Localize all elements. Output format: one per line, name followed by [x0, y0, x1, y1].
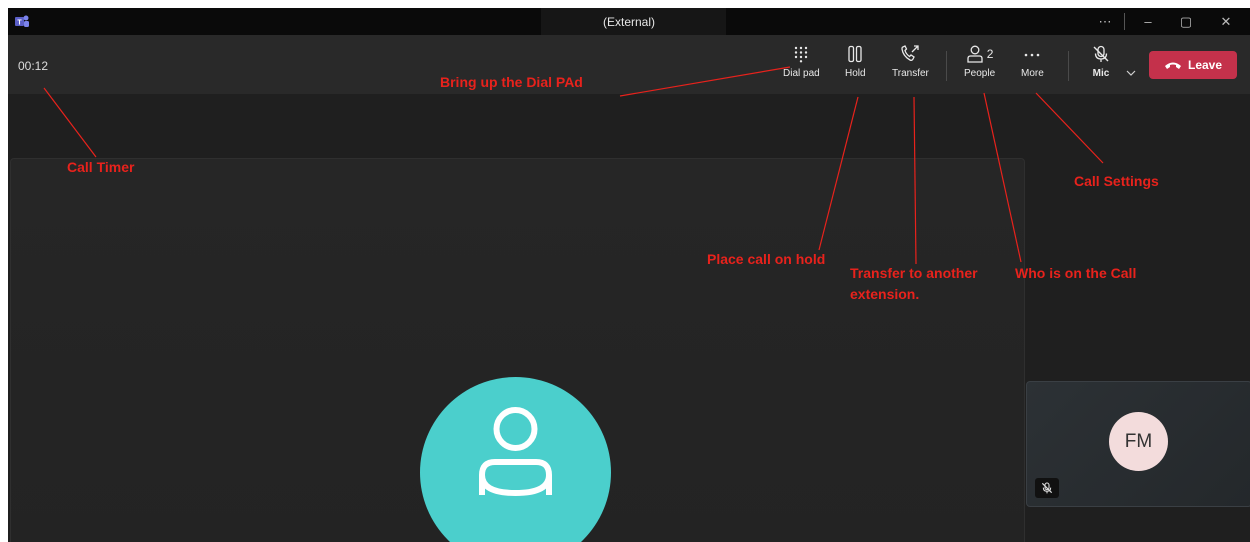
self-view-tile[interactable]: FM — [1026, 381, 1250, 507]
minimize-icon: – — [1144, 14, 1152, 29]
close-icon: ✕ — [1220, 13, 1232, 29]
people-button[interactable]: 2 People — [964, 45, 995, 89]
person-icon — [479, 407, 552, 497]
toolbar-separator — [946, 51, 947, 81]
minimize-button[interactable]: – — [1129, 8, 1167, 35]
call-transfer-icon — [901, 45, 920, 61]
transfer-label: Transfer — [892, 68, 929, 79]
mic-muted-icon — [1041, 482, 1053, 494]
leave-button[interactable]: Leave — [1149, 51, 1237, 79]
people-count: 2 — [986, 47, 994, 61]
annotation-call-timer: Call Timer — [67, 159, 135, 175]
dial-pad-icon — [795, 46, 808, 63]
window-title: (External) — [602, 15, 655, 29]
mic-button[interactable]: Mic — [1092, 45, 1110, 89]
mic-label: Mic — [1092, 68, 1110, 79]
transfer-button[interactable]: Transfer — [892, 45, 929, 89]
hang-up-icon — [1164, 62, 1181, 69]
toolbar-separator — [1068, 51, 1069, 81]
hold-label: Hold — [845, 68, 866, 79]
title-bar: T (External) ⋯ – ▢ ✕ — [8, 8, 1250, 35]
maximize-icon: ▢ — [1179, 13, 1193, 29]
call-timer: 00:12 — [18, 59, 49, 73]
self-mic-muted — [1035, 478, 1059, 498]
people-icon-group: 2 — [966, 45, 994, 63]
hold-button[interactable]: Hold — [845, 45, 866, 89]
annotation-call-settings: Call Settings — [1074, 173, 1159, 189]
window-more-button[interactable]: ⋯ — [1086, 8, 1124, 35]
call-toolbar: 00:12 Dial pad Hold Transfer 2 People Mo… — [8, 35, 1250, 94]
annotation-people: Who is on the Call — [1015, 265, 1137, 281]
maximize-button[interactable]: ▢ — [1167, 8, 1205, 35]
more-button[interactable]: More — [1021, 45, 1044, 89]
annotation-dial-pad: Bring up the Dial PAd — [440, 74, 583, 90]
annotation-hold: Place call on hold — [707, 251, 826, 267]
people-label: People — [964, 68, 996, 79]
more-icon: ⋯ — [1098, 13, 1112, 29]
close-button[interactable]: ✕ — [1207, 8, 1245, 35]
people-icon — [967, 45, 983, 63]
pause-icon — [848, 45, 862, 63]
leave-label: Leave — [1187, 58, 1223, 72]
annotation-transfer-line2: extension. — [850, 286, 920, 302]
chevron-down-icon[interactable] — [1126, 69, 1136, 77]
dial-pad-label: Dial pad — [783, 68, 820, 79]
more-options-icon — [1025, 53, 1040, 57]
annotation-transfer-line1: Transfer to another — [850, 265, 978, 281]
more-label: More — [1021, 68, 1044, 79]
window-separator — [1124, 13, 1125, 30]
mic-muted-icon — [1093, 45, 1109, 62]
self-avatar: FM — [1109, 412, 1168, 471]
dial-pad-button[interactable]: Dial pad — [783, 45, 820, 89]
